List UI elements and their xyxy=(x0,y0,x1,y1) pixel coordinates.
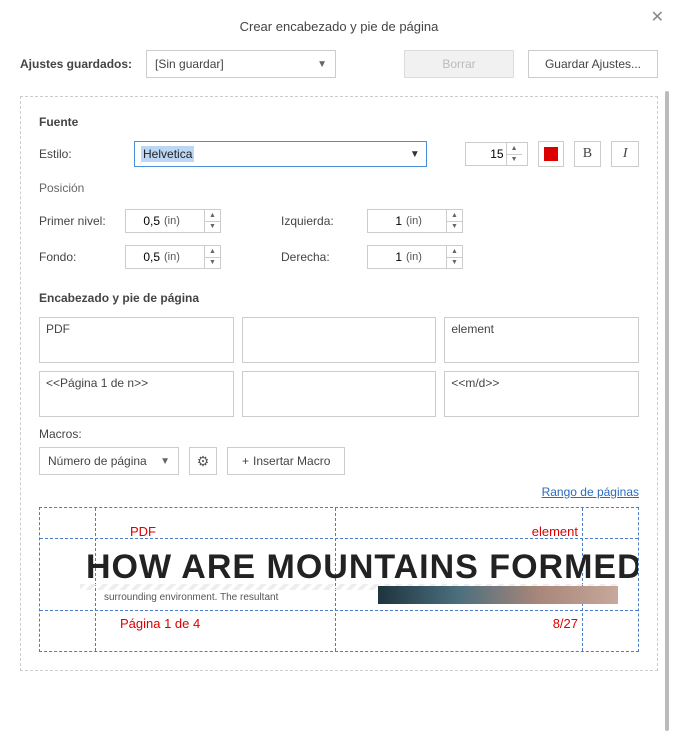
first-level-label: Primer nivel: xyxy=(39,214,125,228)
dialog-title: Crear encabezado y pie de página xyxy=(240,19,439,34)
chevron-down-icon: ▼ xyxy=(317,59,327,70)
delete-button: Borrar xyxy=(404,50,514,78)
bold-button[interactable]: B xyxy=(574,141,602,167)
bottom-input[interactable]: (in) ▲▼ xyxy=(125,245,221,269)
preview-image xyxy=(378,586,618,604)
style-label: Estilo: xyxy=(39,147,124,161)
footer-left-input[interactable]: <<Página 1 de n>> xyxy=(39,371,234,417)
font-color-button[interactable] xyxy=(538,141,564,167)
header-left-input[interactable]: PDF xyxy=(39,317,234,363)
preview-header-left: PDF xyxy=(130,524,156,539)
preview-area: HOW ARE MOUNTAINS FORMED? surrounding en… xyxy=(39,507,639,652)
macro-select[interactable]: Número de página ▼ xyxy=(39,447,179,475)
preview-headline: HOW ARE MOUNTAINS FORMED? xyxy=(86,548,639,587)
titlebar: Crear encabezado y pie de página ✕ xyxy=(0,0,678,40)
preview-footer-left: Página 1 de 4 xyxy=(120,616,200,631)
chevron-down-icon: ▼ xyxy=(160,456,170,467)
hf-section-title: Encabezado y pie de página xyxy=(39,291,639,305)
close-icon[interactable]: ✕ xyxy=(651,10,664,26)
preview-footer-right: 8/27 xyxy=(553,616,578,631)
settings-panel: Fuente Estilo: Helvetica ▼ ▲▼ B I Posici… xyxy=(20,96,658,671)
spin-down-icon[interactable]: ▼ xyxy=(205,222,220,233)
spin-up-icon[interactable]: ▲ xyxy=(447,210,462,222)
right-label: Derecha: xyxy=(281,250,367,264)
italic-button[interactable]: I xyxy=(611,141,639,167)
left-input[interactable]: (in) ▲▼ xyxy=(367,209,463,233)
right-input[interactable]: (in) ▲▼ xyxy=(367,245,463,269)
footer-right-input[interactable]: <<m/d>> xyxy=(444,371,639,417)
color-swatch xyxy=(544,147,558,161)
scrollbar[interactable] xyxy=(665,91,669,731)
chevron-down-icon: ▼ xyxy=(410,149,420,160)
spin-up-icon[interactable]: ▲ xyxy=(447,246,462,258)
spin-up-icon[interactable]: ▲ xyxy=(507,143,522,155)
font-family-select[interactable]: Helvetica ▼ xyxy=(134,141,427,167)
spin-down-icon[interactable]: ▼ xyxy=(447,258,462,269)
font-section-title: Fuente xyxy=(39,115,639,129)
position-section-title: Posición xyxy=(39,181,639,195)
saved-settings-select[interactable]: [Sin guardar] ▼ xyxy=(146,50,336,78)
footer-center-input[interactable] xyxy=(242,371,437,417)
first-level-input[interactable]: (in) ▲▼ xyxy=(125,209,221,233)
page-range-link[interactable]: Rango de páginas xyxy=(39,485,639,499)
font-size-value[interactable] xyxy=(466,146,506,162)
spin-down-icon[interactable]: ▼ xyxy=(507,155,522,166)
plus-icon: + xyxy=(242,454,249,468)
preview-body: surrounding environment. The resultant xyxy=(104,592,278,603)
bottom-label: Fondo: xyxy=(39,250,125,264)
macro-settings-button[interactable]: ⚙ xyxy=(189,447,217,475)
spin-up-icon[interactable]: ▲ xyxy=(205,246,220,258)
spin-up-icon[interactable]: ▲ xyxy=(205,210,220,222)
saved-settings-label: Ajustes guardados: xyxy=(20,57,132,71)
header-right-input[interactable]: element xyxy=(444,317,639,363)
spin-down-icon[interactable]: ▼ xyxy=(447,222,462,233)
macros-label: Macros: xyxy=(39,427,639,441)
left-label: Izquierda: xyxy=(281,214,367,228)
spin-down-icon[interactable]: ▼ xyxy=(205,258,220,269)
saved-settings-value: [Sin guardar] xyxy=(155,57,224,71)
gear-icon: ⚙ xyxy=(197,453,210,470)
save-settings-button[interactable]: Guardar Ajustes... xyxy=(528,50,658,78)
preview-header-right: element xyxy=(532,524,578,539)
font-size-input[interactable]: ▲▼ xyxy=(465,142,528,166)
header-center-input[interactable] xyxy=(242,317,437,363)
insert-macro-button[interactable]: + Insertar Macro xyxy=(227,447,345,475)
font-family-value: Helvetica xyxy=(141,146,194,162)
